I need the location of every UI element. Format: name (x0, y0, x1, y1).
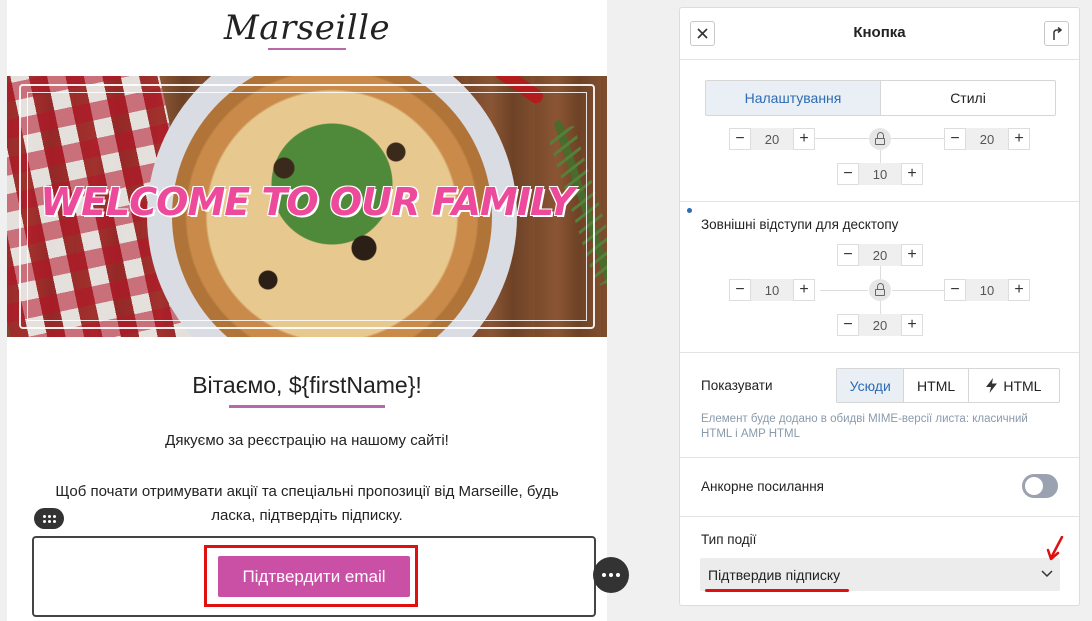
connector-line (880, 148, 881, 164)
margin-bottom-value[interactable]: 20 (859, 314, 901, 336)
margin-top-value[interactable]: 20 (859, 244, 901, 266)
plus-icon[interactable]: + (901, 244, 923, 266)
outer-margins-label: Зовнішні відступи для десктопу (701, 217, 899, 232)
event-type-select[interactable]: Підтвердив підписку (700, 558, 1060, 591)
show-hint: Елемент буде додано в обидві MIME-версії… (701, 413, 1028, 440)
section-divider (680, 352, 1079, 353)
email-preview: Marseille WELCOME TO OUR FAMILY Вітаємо,… (7, 0, 607, 621)
annotation-arrow-icon (1046, 536, 1064, 561)
section-divider (680, 457, 1079, 458)
show-html-option[interactable]: HTML (904, 369, 969, 402)
event-type-value: Підтвердив підписку (708, 567, 841, 583)
plus-icon[interactable]: + (901, 163, 923, 185)
anchor-label: Анкорне посилання (701, 479, 824, 494)
padding-bottom-stepper[interactable]: − 10 + (837, 163, 923, 185)
margin-left-stepper[interactable]: − 10 + (729, 279, 815, 301)
show-segmented-control: Усюди HTML HTML (836, 368, 1060, 403)
plus-icon[interactable]: + (1008, 128, 1030, 150)
settings-panel: Кнопка Налаштування Стилі − 20 + − 20 + … (679, 7, 1080, 606)
changed-indicator (687, 208, 692, 213)
body-text[interactable]: Щоб почати отримувати акції та спеціальн… (35, 480, 579, 528)
plus-icon[interactable]: + (1008, 279, 1030, 301)
minus-icon[interactable]: − (837, 163, 859, 185)
minus-icon[interactable]: − (944, 128, 966, 150)
plus-icon[interactable]: + (793, 128, 815, 150)
margin-right-value[interactable]: 10 (966, 279, 1008, 301)
padding-bottom-value[interactable]: 10 (859, 163, 901, 185)
plus-icon[interactable]: + (901, 314, 923, 336)
tab-settings[interactable]: Налаштування (706, 81, 881, 115)
show-everywhere-option[interactable]: Усюди (837, 369, 905, 402)
lightning-icon (986, 378, 998, 393)
minus-icon[interactable]: − (944, 279, 966, 301)
lock-icon[interactable] (869, 279, 891, 301)
padding-left-value[interactable]: 20 (751, 128, 793, 150)
connector-line (880, 301, 881, 315)
minus-icon[interactable]: − (729, 279, 751, 301)
thanks-text[interactable]: Дякуємо за реєстрацію на нашому сайті! (7, 432, 607, 449)
confirm-email-button[interactable]: Підтвердити email (218, 556, 410, 597)
padding-right-value[interactable]: 20 (966, 128, 1008, 150)
panel-title: Кнопка (853, 24, 906, 41)
minus-icon[interactable]: − (729, 128, 751, 150)
tab-styles[interactable]: Стилі (881, 81, 1055, 115)
padding-right-stepper[interactable]: − 20 + (944, 128, 1030, 150)
drag-handle-icon[interactable] (34, 508, 64, 529)
connector-line (820, 290, 868, 291)
panel-tabs: Налаштування Стилі (705, 80, 1056, 116)
margin-top-stepper[interactable]: − 20 + (837, 244, 923, 266)
move-up-icon[interactable] (1044, 21, 1069, 46)
more-options-icon[interactable] (593, 557, 629, 593)
amp-html-label: HTML (1003, 377, 1042, 394)
hero-banner: WELCOME TO OUR FAMILY (7, 76, 607, 337)
brand-logo: Marseille (223, 8, 391, 48)
show-amp-html-option[interactable]: HTML (969, 369, 1059, 402)
section-divider (680, 516, 1079, 517)
banner-headline: WELCOME TO OUR FAMILY (40, 180, 575, 224)
event-type-label: Тип події (701, 532, 757, 547)
margin-right-stepper[interactable]: − 10 + (944, 279, 1030, 301)
lock-icon[interactable] (869, 128, 891, 150)
section-divider (680, 201, 1079, 202)
plus-icon[interactable]: + (793, 279, 815, 301)
logo-underline (268, 48, 346, 50)
minus-icon[interactable]: − (837, 314, 859, 336)
minus-icon[interactable]: − (837, 244, 859, 266)
anchor-toggle[interactable] (1022, 474, 1058, 498)
padding-left-stepper[interactable]: − 20 + (729, 128, 815, 150)
show-label: Показувати (701, 378, 773, 393)
margin-bottom-stepper[interactable]: − 20 + (837, 314, 923, 336)
connector-line (892, 290, 944, 291)
panel-header: Кнопка (680, 8, 1079, 60)
annotation-underline (705, 589, 849, 592)
greeting-heading[interactable]: Вітаємо, ${firstName}! (7, 372, 607, 399)
margin-left-value[interactable]: 10 (751, 279, 793, 301)
greeting-underline (229, 405, 385, 408)
chevron-down-icon (1041, 570, 1053, 578)
